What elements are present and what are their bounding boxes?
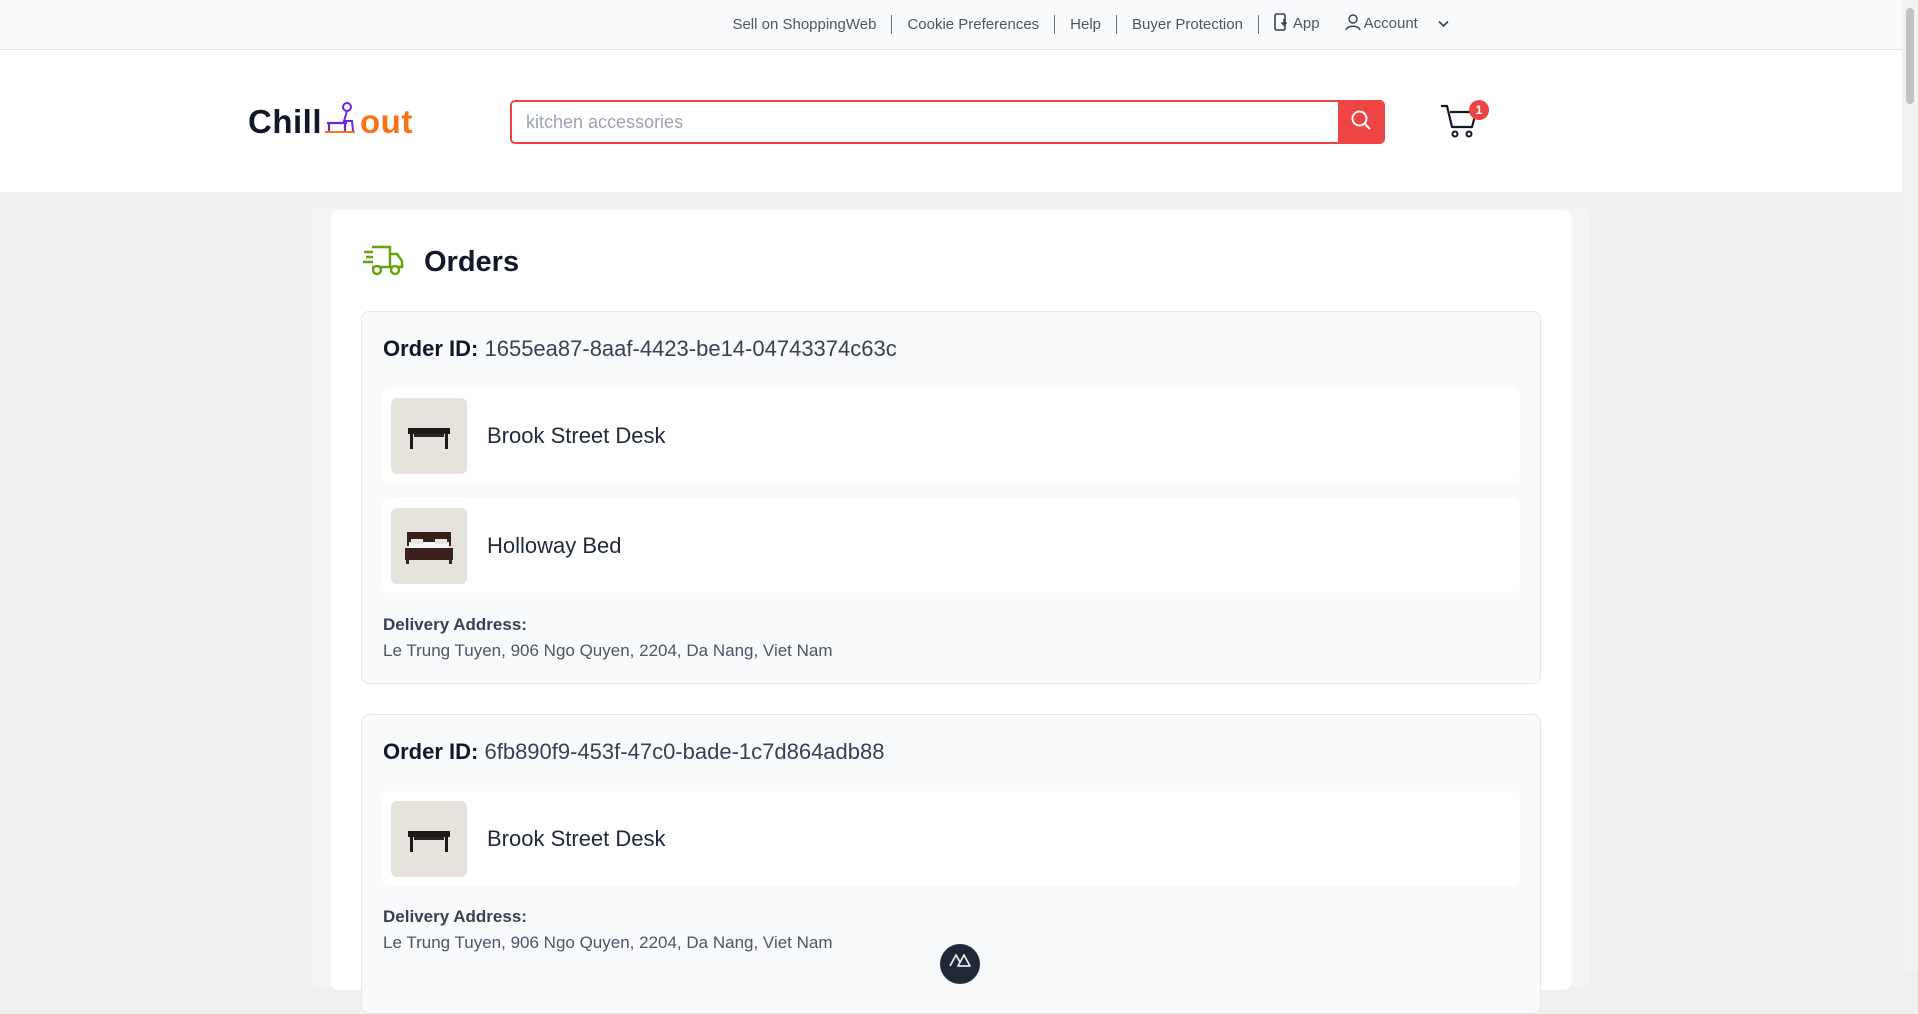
delivery-address-value: Le Trung Tuyen, 906 Ngo Quyen, 2204, Da … xyxy=(383,641,833,660)
account-link[interactable]: Account xyxy=(1335,13,1464,36)
desk-image xyxy=(391,397,467,474)
order-id-value: 6fb890f9-453f-47c0-bade-1c7d864adb88 xyxy=(484,739,885,764)
app-link[interactable]: App xyxy=(1259,13,1335,36)
order-card: Order ID: 1655ea87-8aaf-4423-be14-047433… xyxy=(361,311,1541,684)
site-header: Chill out 1 xyxy=(0,50,1902,192)
truck-icon xyxy=(362,243,404,282)
cart-icon xyxy=(1440,104,1480,144)
delivery-address-value: Le Trung Tuyen, 906 Ngo Quyen, 2204, Da … xyxy=(383,933,833,952)
page-title: Orders xyxy=(424,245,520,278)
order-id: Order ID: 1655ea87-8aaf-4423-be14-047433… xyxy=(383,336,897,362)
delivery-address-label: Delivery Address: xyxy=(383,907,527,926)
chevron-down-icon[interactable] xyxy=(1438,14,1449,33)
app-label: App xyxy=(1292,15,1320,32)
search-icon xyxy=(1350,109,1372,136)
order-id-label: Order ID: xyxy=(383,739,479,764)
nuxt-devtools-button[interactable] xyxy=(940,944,980,984)
order-item[interactable]: Brook Street Desk xyxy=(382,791,1520,886)
order-id: Order ID: 6fb890f9-453f-47c0-bade-1c7d86… xyxy=(383,739,884,765)
download-app-icon xyxy=(1274,13,1290,36)
site-logo[interactable]: Chill out xyxy=(248,102,413,142)
search-input[interactable] xyxy=(512,102,1338,142)
user-icon xyxy=(1344,13,1361,36)
help-link[interactable]: Help xyxy=(1055,15,1118,34)
cart-button[interactable]: 1 xyxy=(1440,100,1489,144)
bed-image xyxy=(391,507,467,584)
order-item[interactable]: Brook Street Desk xyxy=(382,388,1520,483)
order-item[interactable]: Holloway Bed xyxy=(382,498,1520,593)
order-id-label: Order ID: xyxy=(383,336,479,361)
logo-text-right: out xyxy=(360,103,413,140)
search-bar xyxy=(510,100,1385,144)
cart-count-badge: 1 xyxy=(1469,100,1489,120)
account-label: Account xyxy=(1363,14,1418,32)
desk-image xyxy=(391,800,467,877)
nuxt-devtools-icon xyxy=(949,953,971,972)
item-name: Brook Street Desk xyxy=(487,825,666,851)
delivery-address-label: Delivery Address: xyxy=(383,615,527,634)
top-utility-bar: Sell on ShoppingWeb Cookie Preferences H… xyxy=(0,0,1902,50)
page-scrollbar-thumb[interactable] xyxy=(1906,8,1914,104)
cookie-preferences-link[interactable]: Cookie Preferences xyxy=(892,15,1056,34)
sell-link[interactable]: Sell on ShoppingWeb xyxy=(717,15,893,34)
item-name: Brook Street Desk xyxy=(487,422,666,448)
item-name: Holloway Bed xyxy=(487,532,622,558)
orders-header: Orders xyxy=(362,242,519,282)
page-scrollbar-track[interactable] xyxy=(1902,0,1918,972)
logo-text-left: Chill xyxy=(248,103,322,140)
buyer-protection-link[interactable]: Buyer Protection xyxy=(1117,15,1259,34)
order-id-value: 1655ea87-8aaf-4423-be14-04743374c63c xyxy=(484,336,897,361)
search-button[interactable] xyxy=(1338,102,1383,142)
logo-chair-icon xyxy=(323,101,359,143)
